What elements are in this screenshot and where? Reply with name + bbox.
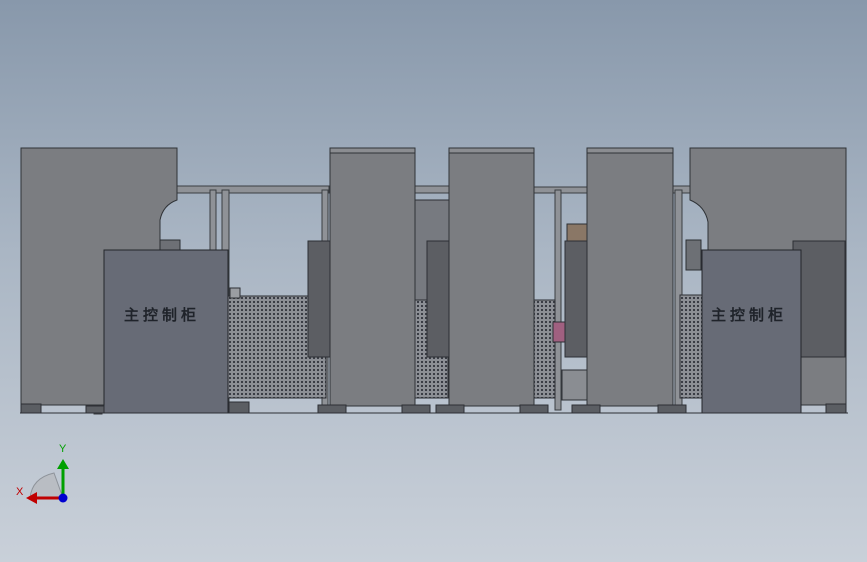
y-axis-label: Y	[59, 443, 67, 455]
machine-assembly-drawing	[20, 147, 848, 504]
column-1	[329, 147, 416, 407]
column-2	[448, 147, 535, 407]
x-axis-label: X	[16, 486, 24, 498]
right-control-cabinet	[701, 249, 802, 414]
left-control-cabinet	[103, 249, 229, 414]
y-axis-arrow	[57, 459, 69, 469]
tall-columns	[329, 147, 674, 407]
column-3	[586, 147, 674, 407]
right-cabinet-label: 主控制柜	[711, 306, 788, 324]
cad-viewport[interactable]: 主控制柜 主控制柜 Y X	[0, 0, 867, 562]
z-axis-origin	[58, 493, 68, 503]
coordinate-triad[interactable]	[26, 459, 69, 504]
left-cabinet-label: 主控制柜	[124, 306, 201, 324]
